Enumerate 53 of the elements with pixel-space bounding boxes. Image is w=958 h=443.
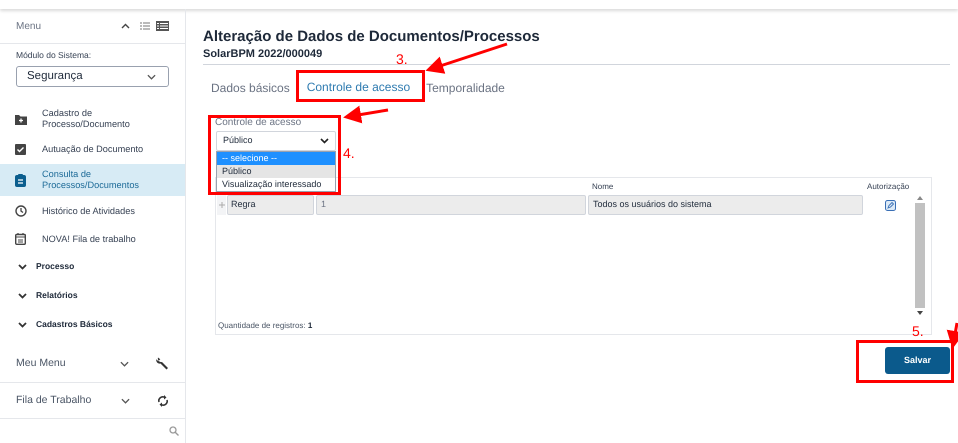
checkbox-icon [14,143,27,155]
detail-view-icon[interactable] [156,21,169,31]
sidebar-item[interactable]: NOVA! Fila de trabalho [0,226,185,252]
search-icon[interactable] [169,426,179,436]
step-number: 4. [343,145,355,161]
table-cell: Regra [227,195,314,215]
page-title: Alteração de Dados de Documentos/Processos [203,28,541,46]
column-header: Autorização [867,181,910,193]
table-cell: 1 [316,195,586,215]
field-label: Controle de acesso [215,117,302,129]
step-number: 5. [912,323,924,339]
menu-group[interactable]: Cadastros Básicos [0,310,185,339]
chevron-down-icon [18,322,27,328]
menu-group[interactable]: Processo [0,252,185,281]
drag-handle-icon[interactable] [217,195,226,215]
sidebar-item[interactable]: Autuação de Documento [0,137,185,161]
section-title: Fila de Trabalho [16,392,92,408]
chevron-down-icon [320,138,329,144]
access-select[interactable]: Público [216,131,336,151]
chevron-down-icon [18,292,27,298]
arrow [946,322,958,348]
sidebar-item[interactable]: Histórico de Atividades [0,196,185,226]
list-view-icon[interactable] [140,22,150,30]
edit-icon[interactable] [885,200,896,210]
tab[interactable]: Controle de acesso [298,74,418,101]
sidebar-item[interactable]: Cadastro de Processo/Documento [0,101,185,137]
clock-icon [14,205,27,217]
wrench-icon[interactable] [156,357,169,370]
calendar-icon [14,233,27,245]
column-header: Nome [592,181,614,193]
tab[interactable]: Temporalidade [418,74,513,101]
section-title: Meu Menu [16,356,67,371]
chevron-down-icon[interactable] [121,398,130,404]
table-cell: Todos os usuários do sistema [588,195,863,215]
chevron-down-icon [147,74,156,80]
scrollbar-thumb[interactable] [915,203,925,308]
sidebar-item[interactable]: Consulta de Processos/Documentos [0,164,185,196]
chevron-down-icon[interactable] [120,360,129,366]
clipboard-icon [14,174,27,186]
arrow [343,106,388,124]
menu-group[interactable]: Relatórios [0,281,185,310]
save-button[interactable]: Salvar [885,347,950,374]
step-number: 3. [396,51,408,67]
dropdown-option[interactable]: Público [217,165,335,178]
folder-plus-icon [14,114,27,124]
menu-title: Menu [16,20,42,34]
chevron-down-icon [18,264,27,270]
module-label: Módulo do Sistema: [15,50,92,61]
refresh-icon[interactable] [157,394,169,408]
module-select[interactable]: Segurança [16,66,169,87]
record-count: Quantidade de registros: 1 [217,320,314,332]
tab[interactable]: Dados básicos [203,74,298,101]
collapse-icon[interactable] [121,23,130,29]
